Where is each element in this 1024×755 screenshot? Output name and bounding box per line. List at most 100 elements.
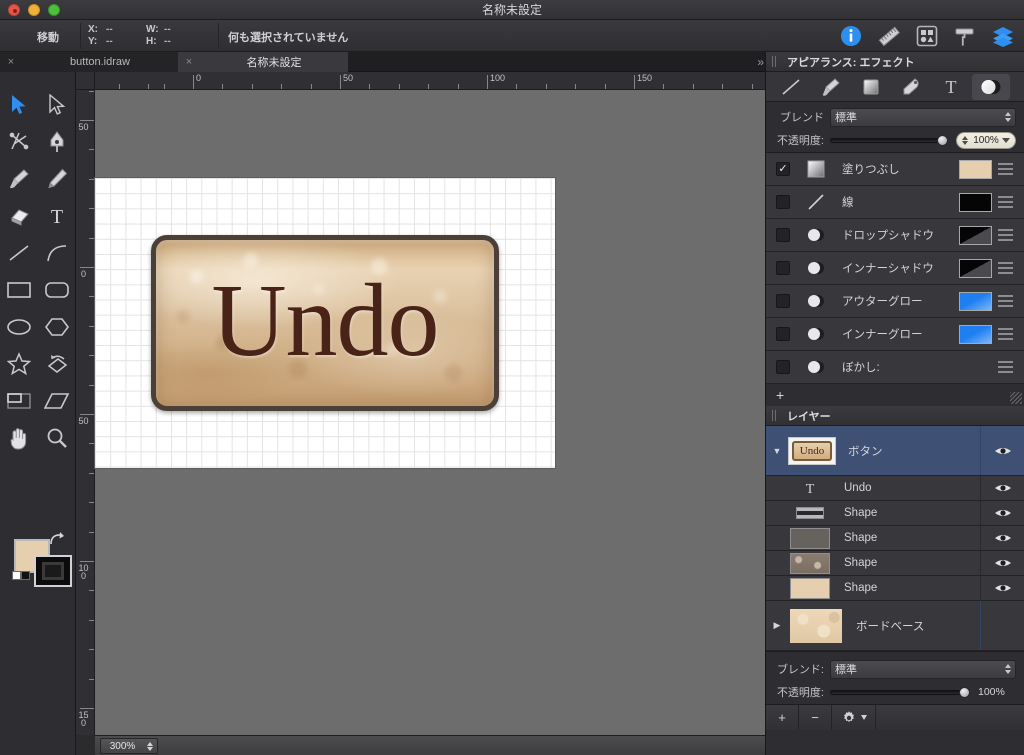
remove-layer-button[interactable]: −: [799, 705, 832, 730]
hand-tool[interactable]: [0, 419, 38, 456]
layer-row-undo-text[interactable]: T Undo: [766, 476, 1024, 501]
appearance-opacity-slider[interactable]: [830, 135, 948, 146]
effect-row-blur[interactable]: ぼかし:: [766, 351, 1024, 384]
layer-visibility-icon[interactable]: [980, 526, 1024, 550]
direct-select-tool[interactable]: [38, 86, 76, 123]
chevron-down-icon[interactable]: [860, 715, 867, 720]
shear-tool[interactable]: [38, 382, 76, 419]
effect-menu-icon[interactable]: [992, 328, 1018, 340]
eraser-tool[interactable]: [0, 197, 38, 234]
effect-checkbox[interactable]: [776, 360, 790, 374]
tab-overflow-button[interactable]: »: [757, 52, 764, 72]
effect-checkbox[interactable]: [776, 294, 790, 308]
disclosure-triangle-icon[interactable]: ▼: [766, 446, 788, 456]
panel-resize-grip[interactable]: [1010, 392, 1022, 404]
fill-tab[interactable]: [852, 74, 890, 100]
effect-row-outer-glow[interactable]: アウターグロー: [766, 285, 1024, 318]
rotate-tool[interactable]: [38, 345, 76, 382]
effect-menu-icon[interactable]: [992, 262, 1018, 274]
undo-button-artwork[interactable]: Undo: [151, 235, 499, 411]
artboard[interactable]: Undo: [95, 178, 555, 468]
eyedropper-tab[interactable]: [892, 74, 930, 100]
effect-color-swatch[interactable]: [959, 225, 992, 245]
effect-row-inner-glow[interactable]: インナーグロー: [766, 318, 1024, 351]
effect-color-swatch[interactable]: [959, 291, 992, 311]
effect-checkbox[interactable]: [776, 327, 790, 341]
layer-visibility-icon[interactable]: [980, 576, 1024, 600]
disclosure-triangle-icon[interactable]: ▶: [766, 620, 788, 631]
ellipse-tool[interactable]: [0, 308, 38, 345]
layer-visibility-icon[interactable]: [980, 426, 1024, 475]
stroke-tab[interactable]: [772, 74, 810, 100]
layer-row-board-base[interactable]: ▶ ボードベース: [766, 601, 1024, 651]
effect-color-swatch[interactable]: [959, 324, 992, 344]
stroke-color-swatch[interactable]: [34, 555, 72, 587]
effect-row-inner-shadow[interactable]: インナーシャドウ: [766, 252, 1024, 285]
effect-checkbox[interactable]: ✓: [776, 162, 790, 176]
effect-row-drop-shadow[interactable]: ドロップシャドウ: [766, 219, 1024, 252]
layer-visibility-icon[interactable]: [980, 501, 1024, 525]
zoom-level-field[interactable]: 300%: [100, 738, 158, 754]
layer-row-shape-1[interactable]: Shape: [766, 501, 1024, 526]
add-layer-button[interactable]: +: [766, 705, 799, 730]
rectangle-tool[interactable]: [0, 271, 38, 308]
layer-visibility-icon[interactable]: [980, 476, 1024, 500]
paint-roller-icon[interactable]: [952, 23, 978, 49]
swap-colors-icon[interactable]: [48, 531, 68, 554]
effect-color-swatch[interactable]: [959, 258, 992, 278]
tab-untitled[interactable]: × 名称未設定: [178, 52, 348, 72]
brush-tool[interactable]: [0, 160, 38, 197]
arc-tool[interactable]: [38, 234, 76, 271]
slider-knob[interactable]: [937, 135, 948, 146]
horizontal-ruler[interactable]: 0 50 100 150: [95, 72, 765, 90]
effect-row-fill[interactable]: ✓ 塗りつぶし: [766, 153, 1024, 186]
zoom-tool[interactable]: [38, 419, 76, 456]
tab-button-idraw[interactable]: × button.idraw: [0, 52, 178, 72]
layers-icon[interactable]: [990, 23, 1016, 49]
layer-visibility-icon[interactable]: [980, 551, 1024, 575]
text-tab[interactable]: T: [932, 74, 970, 100]
crop-tool[interactable]: [0, 382, 38, 419]
effect-menu-icon[interactable]: [992, 163, 1018, 175]
star-tool[interactable]: [0, 345, 38, 382]
effect-menu-icon[interactable]: [992, 295, 1018, 307]
effect-menu-icon[interactable]: [992, 229, 1018, 241]
effect-checkbox[interactable]: [776, 261, 790, 275]
vertical-ruler[interactable]: 50 0 50 100 150: [76, 90, 95, 735]
polygon-tool[interactable]: [38, 308, 76, 345]
rounded-rectangle-tool[interactable]: [38, 271, 76, 308]
zoom-stepper[interactable]: [144, 741, 155, 751]
layer-row-shape-2[interactable]: Shape: [766, 526, 1024, 551]
tab-close-icon[interactable]: ×: [178, 56, 200, 68]
effects-tab[interactable]: [972, 73, 1010, 100]
effect-checkbox[interactable]: [776, 228, 790, 242]
text-tool[interactable]: T: [38, 197, 76, 234]
pen-tool[interactable]: [38, 123, 76, 160]
appearance-opacity-field[interactable]: 100%: [956, 131, 1016, 149]
ruler-icon[interactable]: [876, 23, 902, 49]
brush-tab[interactable]: [812, 74, 850, 100]
line-tool[interactable]: [0, 234, 38, 271]
slider-knob[interactable]: [959, 687, 970, 698]
effect-color-swatch[interactable]: [959, 159, 992, 179]
select-arrow-tool[interactable]: [0, 86, 38, 123]
tab-close-icon[interactable]: ×: [0, 56, 22, 68]
layers-blend-select[interactable]: 標準: [830, 659, 1016, 679]
info-icon[interactable]: [838, 23, 864, 49]
layer-options-button[interactable]: [832, 705, 876, 730]
effect-checkbox[interactable]: [776, 195, 790, 209]
effect-row-stroke[interactable]: 線: [766, 186, 1024, 219]
node-edit-tool[interactable]: [0, 123, 38, 160]
effect-color-swatch[interactable]: [959, 192, 992, 212]
layer-row-shape-3[interactable]: Shape: [766, 551, 1024, 576]
opacity-stepper[interactable]: [962, 135, 968, 145]
pencil-tool[interactable]: [38, 160, 76, 197]
shapes-icon[interactable]: [914, 23, 940, 49]
layers-opacity-slider[interactable]: [830, 687, 970, 698]
chevron-down-icon[interactable]: [1002, 137, 1010, 143]
add-effect-button[interactable]: +: [776, 387, 784, 403]
appearance-blend-select[interactable]: 標準: [830, 107, 1016, 127]
default-colors-icon[interactable]: [12, 571, 30, 580]
ruler-corner[interactable]: [76, 72, 95, 90]
effect-menu-icon[interactable]: [992, 361, 1018, 373]
